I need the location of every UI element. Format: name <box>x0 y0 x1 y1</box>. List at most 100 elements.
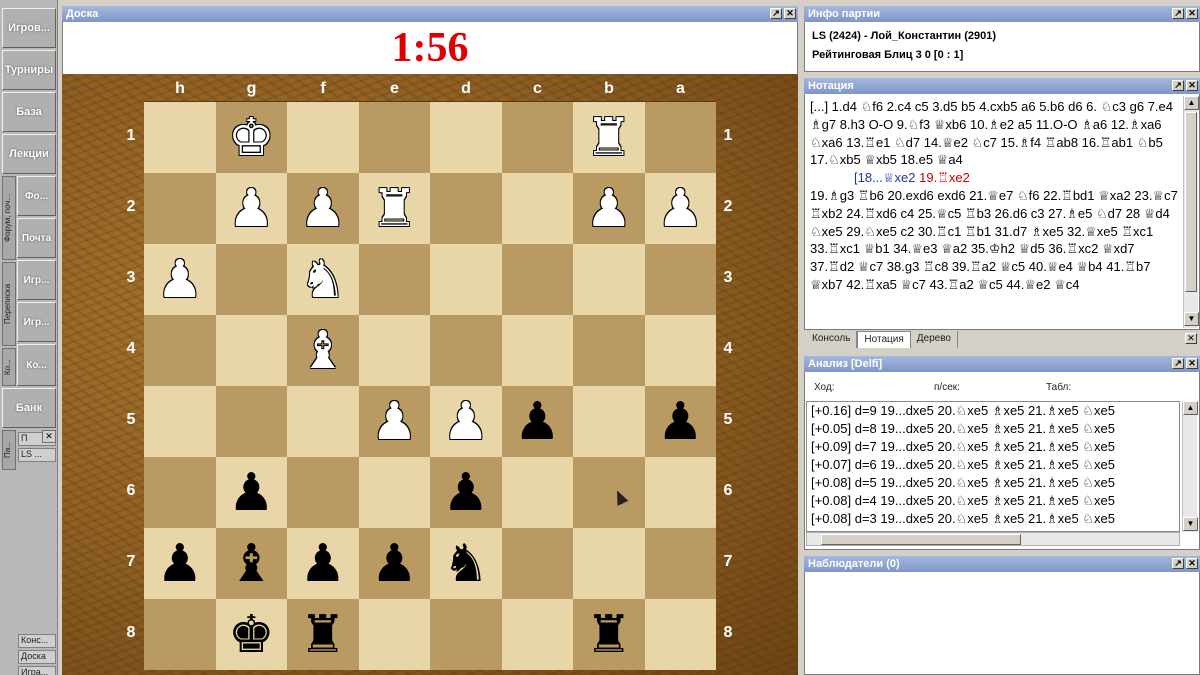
board-square-f7[interactable]: ♟ <box>287 528 359 599</box>
board-square-h4[interactable] <box>144 315 216 386</box>
tab-console[interactable]: Консоль <box>806 331 858 348</box>
white-bishop-icon[interactable]: ♝ <box>299 325 346 377</box>
board-square-f8[interactable]: ♜ <box>287 599 359 670</box>
sidebar-button-games-1[interactable]: Игр... <box>17 260 56 300</box>
analysis-line[interactable]: [+0.16] d=9 19...dxe5 20.♘xe5 ♗xe5 21.♗x… <box>807 402 1179 420</box>
board-square-a6[interactable] <box>644 457 716 528</box>
board-square-d1[interactable] <box>430 102 502 173</box>
sidebar-button-games-2[interactable]: Игр... <box>17 302 56 342</box>
analysis-line[interactable]: [+0.08] d=5 19...dxe5 20.♘xe5 ♗xe5 21.♗x… <box>807 474 1179 492</box>
board-square-h5[interactable] <box>144 386 216 457</box>
board-square-a4[interactable] <box>644 315 716 386</box>
board-square-b7[interactable] <box>573 528 645 599</box>
close-icon[interactable]: ✕ <box>1186 358 1198 369</box>
board-square-a1[interactable] <box>644 102 716 173</box>
scroll-down-icon[interactable]: ▼ <box>1183 517 1198 531</box>
board-square-g4[interactable] <box>215 315 287 386</box>
board-square-c6[interactable] <box>501 457 573 528</box>
board-square-d2[interactable] <box>430 173 502 244</box>
board-square-f5[interactable] <box>287 386 359 457</box>
board-square-c8[interactable] <box>501 599 573 670</box>
close-icon[interactable]: ✕ <box>1186 8 1198 19</box>
black-pawn-icon[interactable]: ♟ <box>657 396 704 448</box>
scroll-up-icon[interactable]: ▲ <box>1183 401 1198 415</box>
analysis-hscrollbar[interactable] <box>806 532 1180 546</box>
sidebar-button-tournaments[interactable]: Турниры <box>2 50 56 90</box>
white-rook-icon[interactable]: ♜ <box>371 183 418 235</box>
white-pawn-icon[interactable]: ♟ <box>371 396 418 448</box>
board-square-a8[interactable] <box>644 599 716 670</box>
side-tab-correspondence[interactable]: Переписка <box>2 262 16 346</box>
restore-icon[interactable]: ↗ <box>1172 8 1184 19</box>
scroll-thumb[interactable] <box>821 534 1021 545</box>
analysis-line[interactable]: [+0.08] d=3 19...dxe5 20.♘xe5 ♗xe5 21.♗x… <box>807 510 1179 528</box>
board-square-c5[interactable]: ♟ <box>501 386 573 457</box>
board-square-e7[interactable]: ♟ <box>358 528 430 599</box>
analysis-line[interactable]: [+0.05] d=8 19...dxe5 20.♘xe5 ♗xe5 21.♗x… <box>807 420 1179 438</box>
board-square-e5[interactable]: ♟ <box>358 386 430 457</box>
side-tab-forum[interactable]: Форум, поч... <box>2 176 16 260</box>
close-icon[interactable]: ✕ <box>42 430 56 443</box>
black-pawn-icon[interactable]: ♟ <box>371 538 418 590</box>
board-square-a3[interactable] <box>644 244 716 315</box>
close-icon[interactable]: ✕ <box>1186 80 1198 91</box>
board-square-h1[interactable] <box>144 102 216 173</box>
board-square-e1[interactable] <box>358 102 430 173</box>
board-square-g8[interactable]: ♚ <box>215 599 287 670</box>
board-square-d7[interactable]: ♞ <box>430 528 502 599</box>
board-square-c1[interactable] <box>501 102 573 173</box>
board-square-b4[interactable] <box>573 315 645 386</box>
board-square-b6[interactable] <box>573 457 645 528</box>
white-king-icon[interactable]: ♚ <box>228 112 275 164</box>
board-square-g6[interactable]: ♟ <box>215 457 287 528</box>
notation-variation[interactable]: [18...♕xe2 19.♖xe2 <box>810 169 1178 187</box>
sidebar-button-database[interactable]: База <box>2 92 56 132</box>
analysis-line[interactable]: [+0.09] d=7 19...dxe5 20.♘xe5 ♗xe5 21.♗x… <box>807 438 1179 456</box>
sidebar-button-lectures[interactable]: Лекции <box>2 134 56 174</box>
white-rook-icon[interactable]: ♜ <box>585 112 632 164</box>
board-square-b1[interactable]: ♜ <box>573 102 645 173</box>
sidebar-button-mail[interactable]: Почта <box>17 218 56 258</box>
board-square-b5[interactable] <box>573 386 645 457</box>
board-square-h8[interactable] <box>144 599 216 670</box>
board-square-f1[interactable] <box>287 102 359 173</box>
restore-icon[interactable]: ↗ <box>1172 558 1184 569</box>
black-bishop-icon[interactable]: ♝ <box>228 538 275 590</box>
analysis-line[interactable]: [+0.07] d=6 19...dxe5 20.♘xe5 ♗xe5 21.♗x… <box>807 456 1179 474</box>
chess-board[interactable]: ♚ ♜ ♟ ♟ ♜ ♟ ♟ ♟ ♞ ♝ ♟ ♟ ♟ ♟ ♟ ♟ ♟ ♝ ♟ ♟ ♞ ♚ ♜ ♜ <box>144 101 716 675</box>
board-square-a5[interactable]: ♟ <box>644 386 716 457</box>
white-pawn-icon[interactable]: ♟ <box>156 254 203 306</box>
black-pawn-icon[interactable]: ♟ <box>299 538 346 590</box>
bottom-item-board[interactable]: Доска <box>18 650 56 664</box>
board-square-d3[interactable] <box>430 244 502 315</box>
board-square-g3[interactable] <box>215 244 287 315</box>
sidebar-button-forum[interactable]: Фо... <box>17 176 56 216</box>
board-square-h2[interactable] <box>144 173 216 244</box>
board-square-d8[interactable] <box>430 599 502 670</box>
analysis-scrollbar[interactable]: ▲ ▼ <box>1182 401 1198 532</box>
board-square-h6[interactable] <box>144 457 216 528</box>
white-pawn-icon[interactable]: ♟ <box>228 183 275 235</box>
black-pawn-icon[interactable]: ♟ <box>156 538 203 590</box>
scroll-thumb[interactable] <box>1185 112 1197 292</box>
board-square-b8[interactable]: ♜ <box>573 599 645 670</box>
board-square-d6[interactable]: ♟ <box>430 457 502 528</box>
close-icon[interactable]: ✕ <box>1185 333 1197 344</box>
board-square-h7[interactable]: ♟ <box>144 528 216 599</box>
board-square-f4[interactable]: ♝ <box>287 315 359 386</box>
white-pawn-icon[interactable]: ♟ <box>299 183 346 235</box>
board-square-g2[interactable]: ♟ <box>215 173 287 244</box>
variation-move[interactable]: [18...♕xe2 <box>854 170 916 185</box>
restore-icon[interactable]: ↗ <box>770 8 782 19</box>
black-king-icon[interactable]: ♚ <box>228 609 275 661</box>
board-square-g1[interactable]: ♚ <box>215 102 287 173</box>
notation-scrollbar[interactable]: ▲ ▼ <box>1183 96 1199 328</box>
side-tab-pa[interactable]: Па... <box>2 430 16 470</box>
board-square-c2[interactable] <box>501 173 573 244</box>
board-square-f3[interactable]: ♞ <box>287 244 359 315</box>
black-pawn-icon[interactable]: ♟ <box>228 467 275 519</box>
black-rook-icon[interactable]: ♜ <box>299 609 346 661</box>
notation-text[interactable]: [...] 1.d4 ♘f6 2.c4 c5 3.d5 b5 4.cxb5 a6… <box>806 96 1182 328</box>
white-pawn-icon[interactable]: ♟ <box>585 183 632 235</box>
board-square-f2[interactable]: ♟ <box>287 173 359 244</box>
